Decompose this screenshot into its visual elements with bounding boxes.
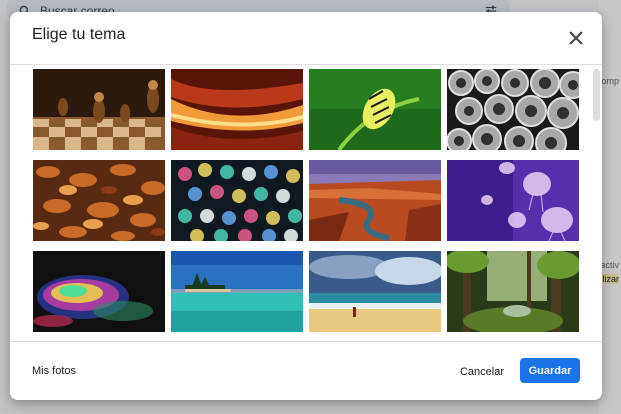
cancel-button[interactable]: Cancelar bbox=[456, 360, 508, 384]
theme-thumbnail[interactable] bbox=[33, 69, 165, 150]
theme-thumbnail[interactable] bbox=[33, 251, 165, 332]
theme-grid bbox=[10, 65, 602, 341]
close-icon[interactable] bbox=[564, 26, 588, 50]
theme-thumbnail[interactable] bbox=[309, 251, 441, 332]
theme-thumbnail[interactable] bbox=[447, 251, 579, 332]
theme-thumbnail[interactable] bbox=[33, 160, 165, 241]
theme-thumbnail[interactable] bbox=[309, 69, 441, 150]
scrollbar[interactable] bbox=[593, 69, 600, 121]
save-button[interactable]: Guardar bbox=[520, 358, 580, 383]
dialog-header: Elige tu tema bbox=[10, 12, 602, 65]
theme-dialog: Elige tu tema Mis fotos Cancelar Guardar bbox=[10, 12, 602, 400]
dialog-footer: Mis fotos Cancelar Guardar bbox=[10, 341, 602, 400]
theme-thumbnail[interactable] bbox=[309, 160, 441, 241]
theme-thumbnail[interactable] bbox=[171, 69, 303, 150]
theme-thumbnail[interactable] bbox=[171, 251, 303, 332]
theme-thumbnail[interactable] bbox=[447, 160, 579, 241]
dialog-title: Elige tu tema bbox=[32, 26, 126, 43]
my-photos-link[interactable]: Mis fotos bbox=[32, 365, 76, 377]
theme-thumbnail[interactable] bbox=[447, 69, 579, 150]
theme-thumbnail[interactable] bbox=[171, 160, 303, 241]
